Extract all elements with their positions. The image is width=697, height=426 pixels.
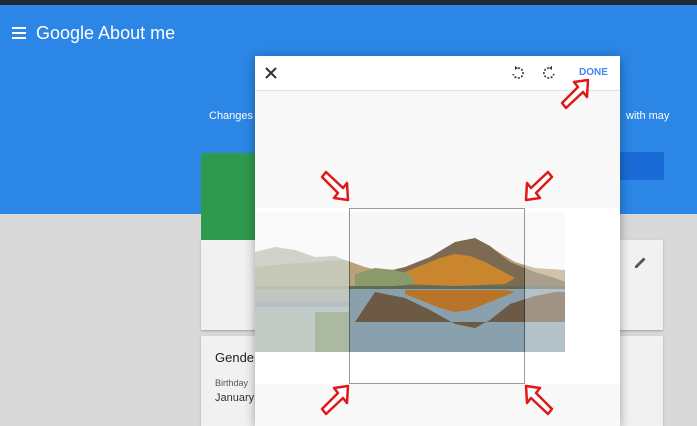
crop-stage [255,208,620,384]
annotation-arrow-top-left-icon [320,170,350,202]
band-text-left: Changes y [209,110,262,122]
birthday-label: Birthday [215,378,249,388]
crop-shade-right [525,208,620,384]
annotation-arrow-bottom-left-icon [320,384,350,416]
close-icon[interactable] [262,64,280,82]
birthday-value: January [215,392,255,404]
crop-shade-left [255,208,349,384]
dialog-bottom-area [255,384,620,426]
app-header: Google About me [12,18,175,48]
cover-accent [620,152,664,180]
profile-cover-block [201,153,263,241]
rotate-left-icon[interactable] [510,65,526,81]
app-title: Google About me [36,22,176,43]
rotate-right-icon[interactable] [541,65,557,81]
annotation-arrow-top-right-icon [524,170,554,202]
band-text-right: with may [626,110,670,122]
annotation-arrow-done-icon [560,78,590,110]
hamburger-menu-icon[interactable] [12,27,26,39]
annotation-arrow-bottom-right-icon [524,384,554,416]
gender-label: Gender [215,350,259,365]
crop-frame[interactable] [349,208,525,384]
pencil-icon[interactable] [633,254,649,270]
